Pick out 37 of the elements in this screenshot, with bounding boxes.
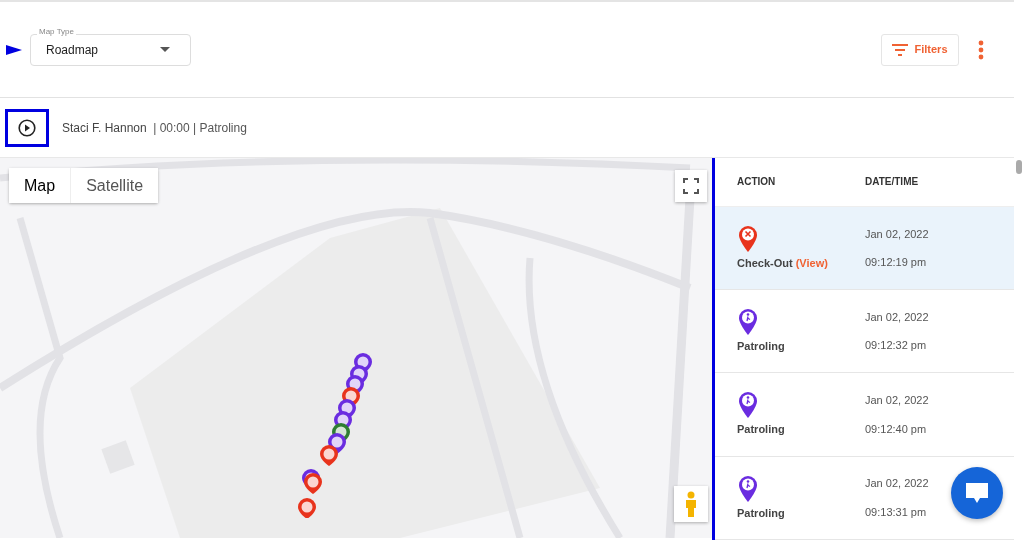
filter-icon — [892, 43, 909, 56]
arrow-icon — [6, 44, 22, 55]
date-text: Jan 02, 2022 — [865, 476, 930, 492]
map-view-tab[interactable]: Map — [9, 168, 71, 203]
caret-icon — [160, 47, 170, 52]
log-row[interactable]: Patroling Jan 02, 2022 09:12:32 pm — [715, 290, 1014, 374]
check-out-pin-icon — [737, 224, 759, 253]
action-label: Patroling — [737, 339, 785, 355]
walking-pin-icon — [737, 308, 759, 337]
person-icon — [684, 491, 698, 517]
walking-pin-icon — [737, 474, 759, 503]
time-text: 09:12:32 pm — [865, 338, 928, 354]
log-row[interactable]: Check-Out (View) Jan 02, 2022 09:12:19 pm — [715, 207, 1014, 291]
play-button[interactable] — [5, 108, 49, 147]
more-options-icon[interactable] — [978, 39, 984, 60]
time-text: 09:12:40 pm — [865, 421, 928, 437]
action-label: Check-Out (View) — [737, 255, 828, 271]
guard-name: Staci F. Hannon — [62, 119, 147, 137]
time-text: 09:12:19 pm — [865, 255, 928, 271]
action-label: Patroling — [737, 422, 785, 438]
playback-status: | 00:00 | Patroling — [153, 119, 247, 137]
date-text: Jan 02, 2022 — [865, 226, 930, 242]
walking-pin-icon — [737, 391, 759, 420]
scrollbar-thumb[interactable] — [1016, 160, 1022, 174]
play-icon — [18, 118, 36, 137]
column-header: DATE/TIME — [865, 175, 920, 190]
action-label: Patroling — [737, 505, 785, 521]
column-header: ACTION — [737, 175, 777, 190]
log-row[interactable]: Patroling Jan 02, 2022 09:12:40 pm — [715, 373, 1014, 457]
date-text: Jan 02, 2022 — [865, 309, 930, 325]
map-view-tab[interactable]: Satellite — [70, 168, 159, 203]
chat-button[interactable] — [951, 467, 1003, 519]
fullscreen-button[interactable] — [675, 170, 707, 202]
chat-icon — [965, 482, 989, 504]
fullscreen-icon — [683, 178, 699, 194]
date-text: Jan 02, 2022 — [865, 393, 930, 409]
time-text: 09:13:31 pm — [865, 504, 928, 520]
